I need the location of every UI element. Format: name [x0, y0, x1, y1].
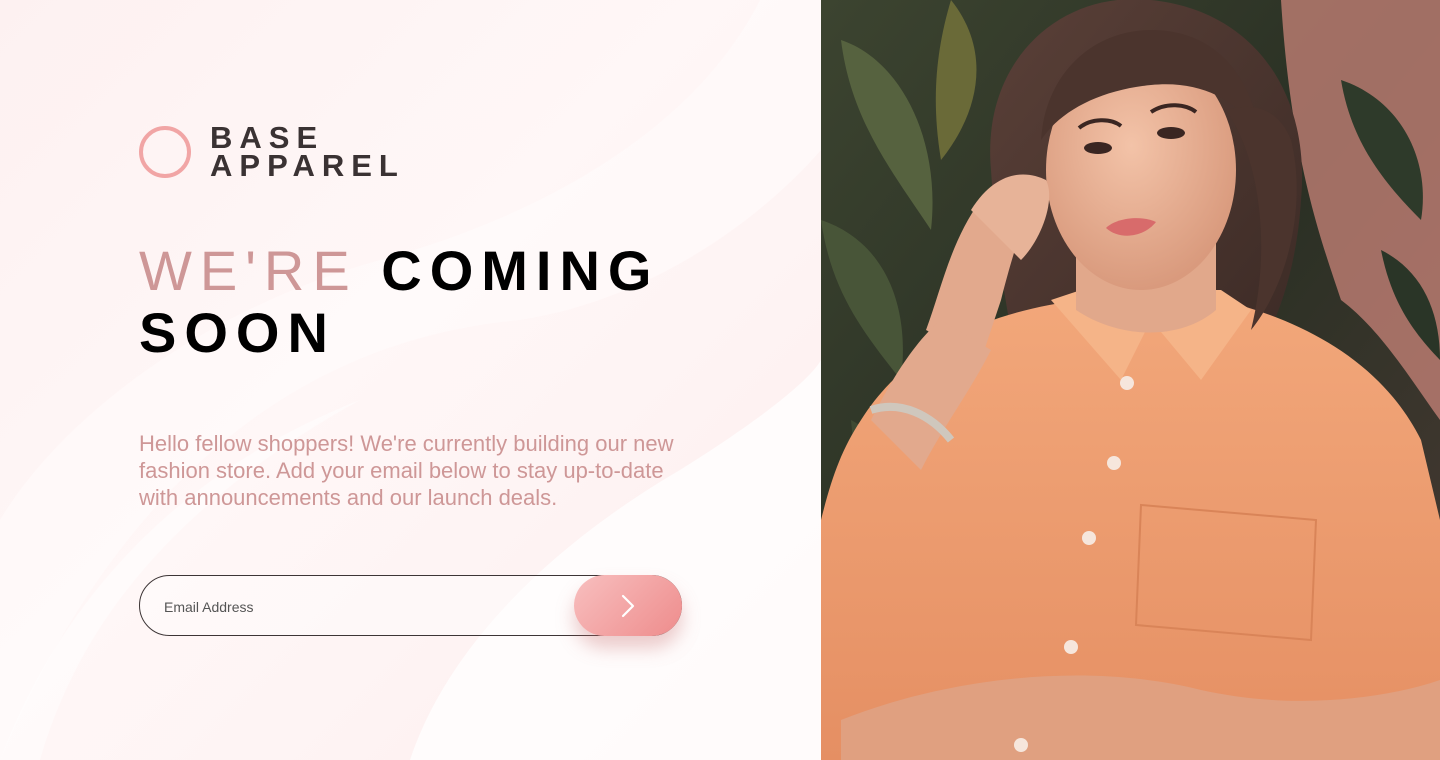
title-light-word: WE'RE — [139, 239, 358, 302]
subscribe-form — [139, 575, 682, 637]
hero-image — [821, 0, 1440, 760]
submit-button[interactable] — [574, 575, 682, 636]
brand-line-2: APPAREL — [210, 148, 405, 183]
title-dark-word-2: SOON — [139, 301, 336, 364]
page-title: WE'RE COMING SOON — [139, 240, 739, 364]
intro-text: Hello fellow shoppers! We're currently b… — [139, 431, 674, 510]
brand-name: BASE APPAREL — [210, 122, 405, 183]
coming-soon-page: BASE APPAREL WE'RE COMING SOON Hello fel… — [0, 0, 1440, 760]
email-input[interactable] — [162, 576, 566, 637]
content-panel: BASE APPAREL WE'RE COMING SOON Hello fel… — [0, 0, 821, 760]
logo-ring-icon — [139, 126, 191, 178]
background-waves — [0, 0, 821, 760]
hero-photo — [821, 0, 1440, 760]
brand-logo[interactable]: BASE APPAREL — [139, 122, 405, 183]
title-dark-word-1: COMING — [381, 239, 660, 302]
chevron-right-icon — [621, 594, 635, 617]
